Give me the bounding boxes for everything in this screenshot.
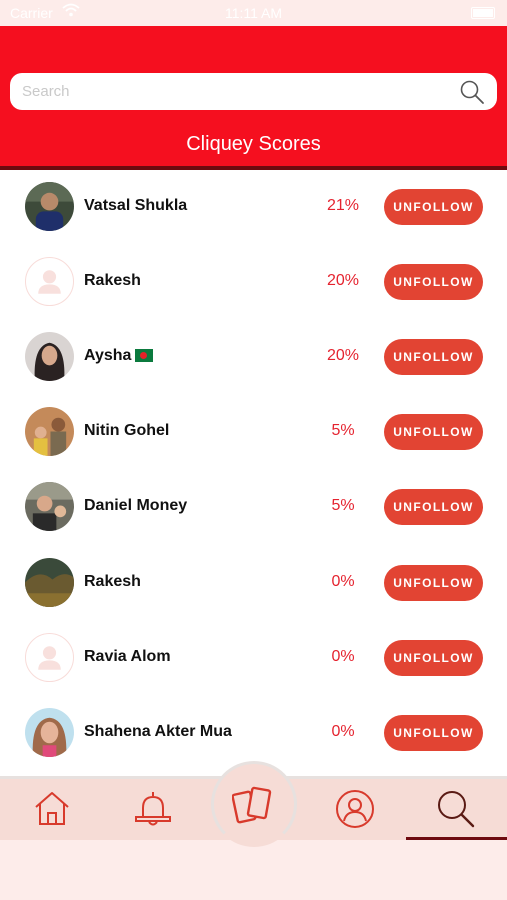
list-item: Aysha 20% UNFOLLOW xyxy=(0,320,507,395)
unfollow-button[interactable]: UNFOLLOW xyxy=(384,640,483,676)
active-tab-indicator xyxy=(406,837,507,840)
unfollow-button[interactable]: UNFOLLOW xyxy=(384,565,483,601)
list-item: Rakesh 20% UNFOLLOW xyxy=(0,245,507,320)
unfollow-button[interactable]: UNFOLLOW xyxy=(384,414,483,450)
score-percent: 20% xyxy=(326,347,360,364)
unfollow-button[interactable]: UNFOLLOW xyxy=(384,189,483,225)
tab-cards[interactable] xyxy=(218,769,290,841)
tab-notifications[interactable] xyxy=(123,779,183,843)
user-name[interactable]: Rakesh xyxy=(84,272,141,290)
user-name[interactable]: Vatsal Shukla xyxy=(84,197,187,215)
bell-icon xyxy=(135,792,171,826)
header: Cliquey Scores xyxy=(0,26,507,170)
user-name[interactable]: Daniel Money xyxy=(84,497,187,515)
user-name[interactable]: Shahena Akter Mua xyxy=(84,723,232,741)
avatar[interactable] xyxy=(25,332,74,381)
cards-icon xyxy=(232,786,272,824)
search-icon xyxy=(438,791,475,828)
list-item: Ravia Alom 0% UNFOLLOW xyxy=(0,621,507,696)
avatar[interactable] xyxy=(25,482,74,531)
score-percent: 21% xyxy=(326,197,360,214)
avatar-placeholder[interactable] xyxy=(25,633,74,682)
unfollow-button[interactable]: UNFOLLOW xyxy=(384,339,483,375)
user-name[interactable]: Ravia Alom xyxy=(84,648,171,666)
battery-icon xyxy=(471,7,495,19)
search-box[interactable] xyxy=(10,73,497,110)
avatar-placeholder[interactable] xyxy=(25,257,74,306)
score-percent: 5% xyxy=(331,422,355,439)
unfollow-button[interactable]: UNFOLLOW xyxy=(384,264,483,300)
bangladesh-flag-icon xyxy=(135,349,154,362)
avatar[interactable] xyxy=(25,558,74,607)
score-percent: 5% xyxy=(331,497,355,514)
search-input[interactable] xyxy=(22,73,452,110)
avatar[interactable] xyxy=(25,182,74,231)
user-name[interactable]: Rakesh xyxy=(84,573,141,591)
tab-home[interactable] xyxy=(22,779,82,843)
list-item: Shahena Akter Mua 0% UNFOLLOW xyxy=(0,696,507,771)
tab-search[interactable] xyxy=(426,779,486,843)
page-title: Cliquey Scores xyxy=(186,133,321,155)
list-item: Vatsal Shukla 21% UNFOLLOW xyxy=(0,170,507,245)
tab-bar xyxy=(0,761,507,847)
status-bar: Carrier 11:11 AM xyxy=(0,0,507,26)
avatar[interactable] xyxy=(25,407,74,456)
status-time: 11:11 AM xyxy=(224,5,283,21)
list-item: Nitin Gohel 5% UNFOLLOW xyxy=(0,395,507,470)
score-percent: 20% xyxy=(326,272,360,289)
score-percent: 0% xyxy=(331,723,355,740)
score-percent: 0% xyxy=(331,648,355,665)
unfollow-button[interactable]: UNFOLLOW xyxy=(384,715,483,751)
avatar[interactable] xyxy=(25,708,74,757)
list-item: Daniel Money 5% UNFOLLOW xyxy=(0,470,507,545)
home-icon xyxy=(35,792,69,825)
user-name[interactable]: Nitin Gohel xyxy=(84,422,169,440)
score-percent: 0% xyxy=(331,573,355,590)
unfollow-button[interactable]: UNFOLLOW xyxy=(384,489,483,525)
scores-list[interactable]: Vatsal Shukla 21% UNFOLLOW Rakesh 20% UN… xyxy=(0,170,507,776)
list-item: Rakesh 0% UNFOLLOW xyxy=(0,546,507,621)
user-name[interactable]: Aysha xyxy=(84,347,154,365)
profile-icon xyxy=(336,790,374,828)
search-icon[interactable] xyxy=(459,79,485,105)
tab-profile[interactable] xyxy=(325,779,385,843)
